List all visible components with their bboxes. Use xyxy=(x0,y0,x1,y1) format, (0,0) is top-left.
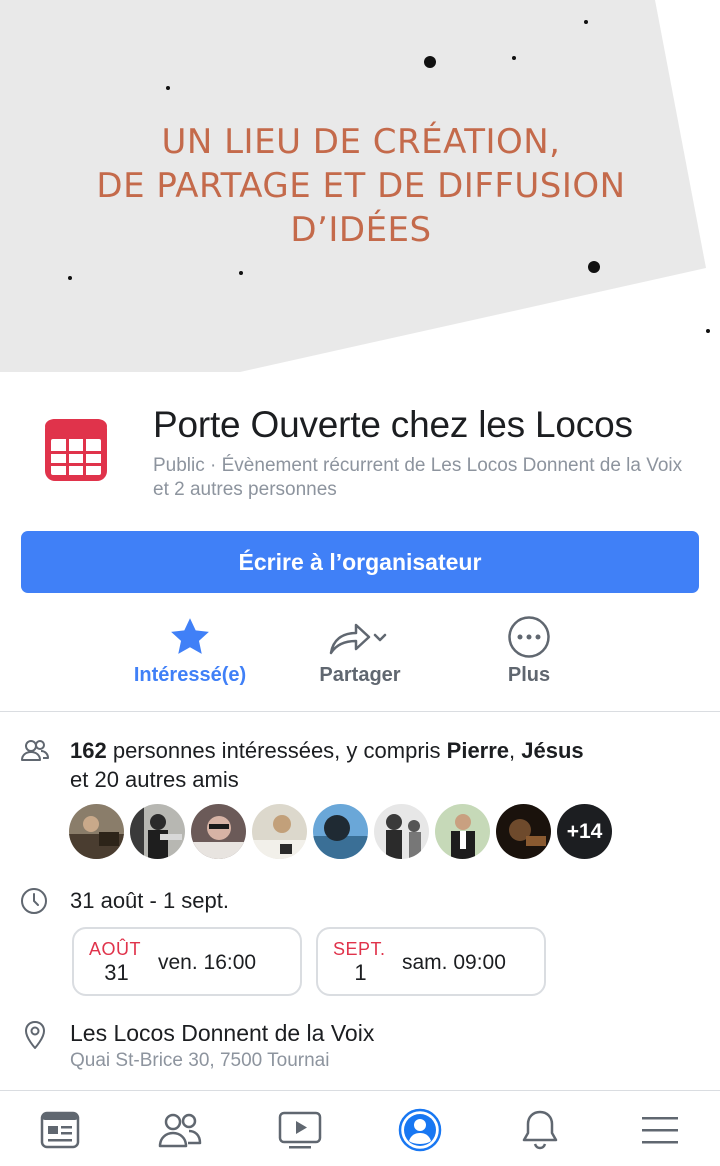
occurrence-month: AOÛT xyxy=(89,939,142,959)
date-range: 31 août - 1 sept. xyxy=(70,888,229,913)
watch-icon[interactable] xyxy=(275,1105,325,1155)
cover-slogan: UN LIEU DE CRÉATION, DE PARTAGE ET DE DI… xyxy=(0,120,720,252)
interested-text: personnes intéressées, y compris xyxy=(106,738,447,763)
event-subtitle[interactable]: Public · Évènement récurrent de Les Loco… xyxy=(153,454,693,502)
interested-summary[interactable]: 162 personnes intéressées, y compris Pie… xyxy=(70,736,690,794)
avatar[interactable] xyxy=(191,804,246,859)
cover-line: DE PARTAGE ET DE DIFFUSION xyxy=(96,166,626,206)
message-organizer-button[interactable]: Écrire à l’organisateur xyxy=(21,531,699,593)
avatar[interactable] xyxy=(374,804,429,859)
notifications-icon[interactable] xyxy=(515,1105,565,1155)
friends-icon[interactable] xyxy=(155,1105,205,1155)
more-friends-badge[interactable]: +14 xyxy=(557,804,612,859)
location-address[interactable]: Quai St-Brice 30, 7500 Tournai xyxy=(70,1050,329,1072)
interested-label: Intéressé(e) xyxy=(133,664,247,686)
avatar[interactable] xyxy=(313,804,368,859)
occurrence-month: SEPT. xyxy=(333,939,386,959)
cover-line: UN LIEU DE CRÉATION, xyxy=(161,122,561,162)
interested-more-friends: et 20 autres amis xyxy=(70,767,239,792)
friends-avatars[interactable]: +14 xyxy=(69,804,612,859)
cover-image[interactable]: UN LIEU DE CRÉATION, DE PARTAGE ET DE DI… xyxy=(0,0,720,372)
share-button[interactable]: Partager xyxy=(270,612,450,687)
avatar[interactable] xyxy=(435,804,490,859)
divider xyxy=(0,711,720,712)
occurrence-card[interactable]: SEPT. 1 sam. 09:00 xyxy=(316,927,546,996)
cover-line: D’IDÉES xyxy=(290,210,432,250)
friend-name[interactable]: Pierre xyxy=(447,738,509,763)
news-feed-icon[interactable] xyxy=(35,1105,85,1155)
occurrence-day: 31 xyxy=(104,960,129,985)
share-label: Partager xyxy=(319,664,401,686)
more-button[interactable]: Plus xyxy=(439,612,619,687)
interested-button[interactable]: Intéressé(e) xyxy=(100,612,280,687)
more-label: Plus xyxy=(507,664,551,686)
location-pin-icon xyxy=(23,1020,47,1055)
occurrence-day: 1 xyxy=(354,960,367,985)
chevron-down-icon xyxy=(373,633,387,642)
occurrence-time: ven. 16:00 xyxy=(158,951,257,974)
avatar[interactable] xyxy=(69,804,124,859)
bottom-tab-bar xyxy=(0,1090,720,1166)
menu-icon[interactable] xyxy=(635,1105,685,1155)
profile-icon[interactable] xyxy=(395,1105,445,1155)
event-title: Porte Ouverte chez les Locos xyxy=(153,404,633,445)
interested-count: 162 xyxy=(70,738,107,763)
location-name[interactable]: Les Locos Donnent de la Voix xyxy=(70,1020,374,1047)
calendar-icon xyxy=(43,417,109,488)
more-icon xyxy=(508,616,550,658)
people-icon xyxy=(20,738,50,769)
clock-icon xyxy=(20,887,48,920)
avatar[interactable] xyxy=(130,804,185,859)
separator: , xyxy=(509,738,522,763)
occurrence-card[interactable]: AOÛT 31 ven. 16:00 xyxy=(72,927,302,996)
avatar[interactable] xyxy=(252,804,307,859)
share-icon xyxy=(329,623,387,655)
star-icon xyxy=(171,618,209,654)
friend-name[interactable]: Jésus xyxy=(521,738,583,763)
occurrence-time: sam. 09:00 xyxy=(402,951,506,974)
avatar[interactable] xyxy=(496,804,551,859)
